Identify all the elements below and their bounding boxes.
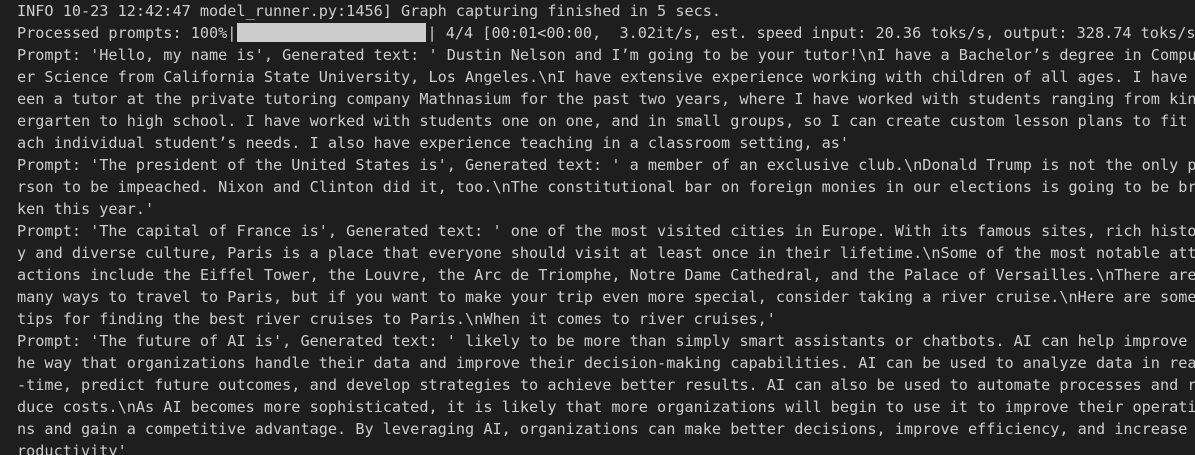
output-line: Prompt: 'The capital of France is', Gene…: [17, 222, 1195, 240]
output-line: actions include the Eiffel Tower, the Lo…: [17, 266, 1195, 284]
output-line: -time, predict future outcomes, and deve…: [17, 376, 1195, 394]
output-line: many ways to travel to Paris, but if you…: [17, 288, 1195, 306]
output-line: tips for finding the best river cruises …: [17, 310, 776, 328]
output-line: ergarten to high school. I have worked w…: [17, 112, 1195, 130]
output-line: ns and gain a competitive advantage. By …: [17, 420, 1195, 438]
progress-stats: | 4/4 [00:01<00:00, 3.02it/s, est. speed…: [427, 24, 1195, 42]
log-line-info: INFO 10-23 12:42:47 model_runner.py:1456…: [17, 2, 722, 20]
output-line: duce costs.\nAs AI becomes more sophisti…: [17, 398, 1195, 416]
output-line: Prompt: 'The future of AI is', Generated…: [17, 332, 1195, 350]
progress-line: Processed prompts: 100%| | 4/4 [00:01<00:…: [17, 22, 1195, 44]
output-line: Prompt: 'The president of the United Sta…: [17, 156, 1195, 174]
output-line: ach individual student’s needs. I also h…: [17, 134, 850, 152]
terminal-output: INFO 10-23 12:42:47 model_runner.py:1456…: [0, 0, 1195, 455]
output-line: roductivity': [17, 442, 127, 455]
output-line: er Science from California State Univers…: [17, 68, 1195, 86]
output-line: ken this year.': [17, 200, 155, 218]
output-line: y and diverse culture, Paris is a place …: [17, 244, 1195, 262]
output-line: rson to be impeached. Nixon and Clinton …: [17, 178, 1195, 196]
output-line: he way that organizations handle their d…: [17, 354, 1195, 372]
progress-bar: [237, 23, 427, 42]
output-line: een a tutor at the private tutoring comp…: [17, 90, 1195, 108]
progress-label: Processed prompts: 100%|: [17, 24, 237, 42]
output-line: Prompt: 'Hello, my name is', Generated t…: [17, 46, 1195, 64]
